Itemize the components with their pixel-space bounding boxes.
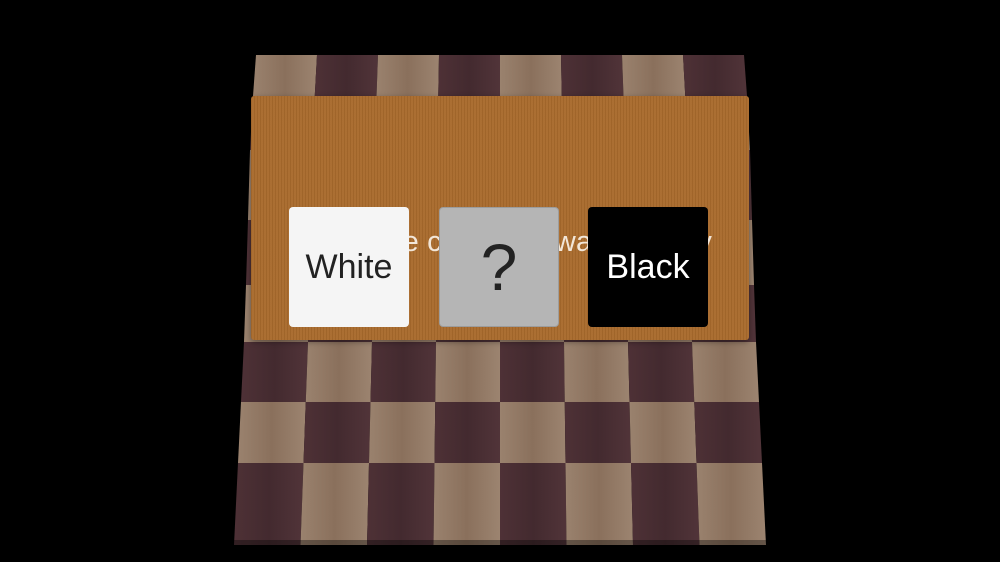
light-square: [435, 342, 500, 402]
play-white-label: White: [305, 247, 393, 286]
dark-square: [438, 55, 500, 96]
dark-square: [500, 463, 567, 545]
light-square: [622, 55, 686, 96]
light-square: [238, 402, 306, 463]
dark-square: [631, 463, 700, 545]
dark-square: [683, 55, 747, 96]
dark-square: [314, 55, 378, 96]
light-square: [433, 463, 500, 545]
dark-square: [561, 55, 624, 96]
light-square: [564, 342, 630, 402]
light-square: [500, 402, 566, 463]
light-square: [300, 463, 369, 545]
dark-square: [370, 342, 436, 402]
light-square: [696, 463, 766, 545]
game-scene: Select the color you want to play White …: [0, 0, 1000, 562]
light-square: [369, 402, 436, 463]
dark-square: [628, 342, 695, 402]
dark-square: [241, 342, 308, 402]
dark-square: [694, 402, 762, 463]
dark-square: [234, 463, 304, 545]
light-square: [629, 402, 697, 463]
light-square: [253, 55, 317, 96]
dark-square: [434, 402, 500, 463]
random-color-button[interactable]: ?: [439, 207, 559, 327]
light-square: [500, 55, 562, 96]
dark-square: [564, 402, 631, 463]
play-black-button[interactable]: Black: [588, 207, 708, 327]
light-square: [305, 342, 372, 402]
light-square: [692, 342, 759, 402]
dark-square: [500, 342, 565, 402]
light-square: [565, 463, 633, 545]
play-white-button[interactable]: White: [289, 207, 409, 327]
board-edge: [234, 540, 766, 545]
color-select-dialog: Select the color you want to play White …: [251, 96, 749, 340]
random-color-label: ?: [480, 230, 518, 304]
dark-square: [367, 463, 435, 545]
light-square: [376, 55, 439, 96]
dark-square: [303, 402, 371, 463]
play-black-label: Black: [606, 247, 690, 286]
